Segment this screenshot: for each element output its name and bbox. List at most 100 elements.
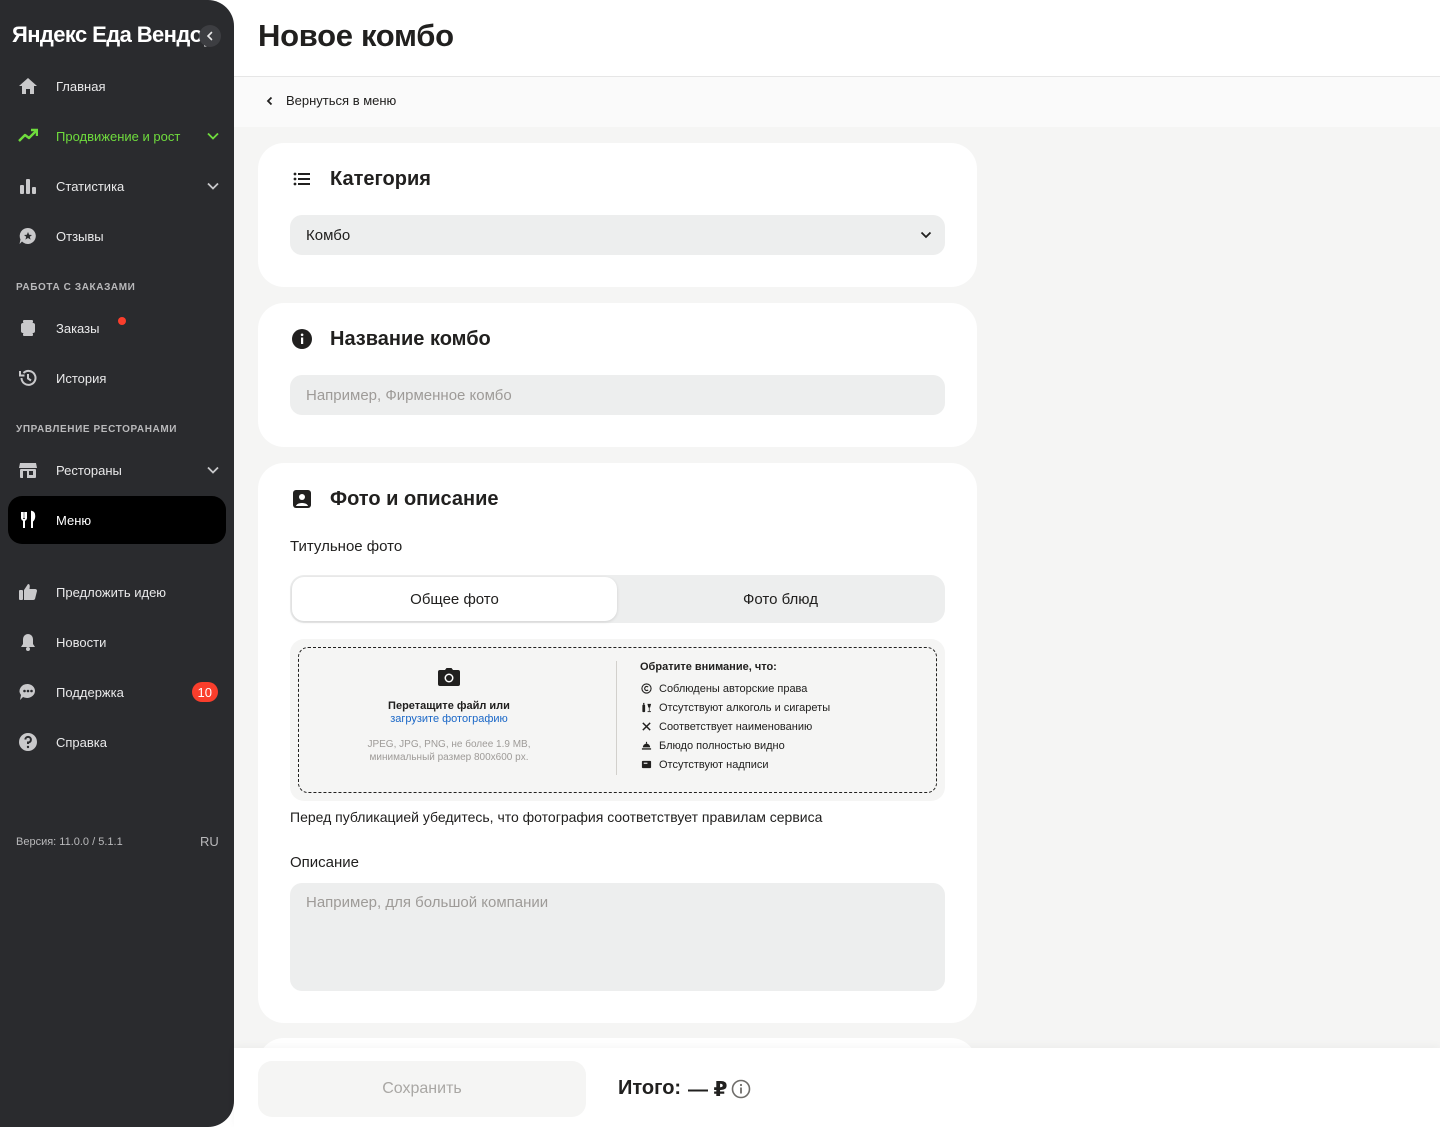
- camera-icon: [438, 668, 460, 686]
- rule-text: Отсутствуют надписи: [659, 758, 769, 771]
- rules-title: Обратите внимание, что:: [640, 661, 777, 673]
- collapse-sidebar-button[interactable]: [199, 25, 221, 47]
- sidebar-item-label: Статистика: [56, 178, 125, 194]
- description-placeholder: Например, для большой компании: [306, 894, 549, 911]
- upload-instructions: Перетащите файл или загрузите фотографию…: [290, 667, 608, 764]
- trending-up-icon: [18, 126, 38, 146]
- sidebar-item-promotion[interactable]: Продвижение и рост: [8, 112, 226, 160]
- back-bar: [234, 77, 1440, 127]
- cutlery-cross-icon: [640, 721, 652, 733]
- info-icon: [290, 327, 314, 351]
- sidebar-item-restaurants[interactable]: Рестораны: [8, 446, 226, 494]
- help-icon: [18, 732, 38, 752]
- back-to-menu-link[interactable]: Вернуться в меню: [264, 93, 396, 108]
- category-card: Категория Комбо: [258, 143, 977, 287]
- app-version: Версия: 11.0.0 / 5.1.1: [16, 836, 123, 848]
- photo-upload-zone[interactable]: Перетащите файл или загрузите фотографию…: [290, 639, 945, 801]
- sidebar-item-menu[interactable]: Меню: [8, 496, 226, 544]
- chevron-down-icon: [207, 182, 219, 190]
- rule-text: Соблюдены авторские права: [659, 682, 808, 695]
- tab-general-photo[interactable]: Общее фото: [292, 577, 617, 621]
- section-label-orders: Работа с заказами: [16, 282, 136, 293]
- notification-dot: [118, 317, 126, 325]
- back-link-label: Вернуться в меню: [286, 93, 397, 108]
- drag-file-text: Перетащите файл или: [388, 700, 510, 712]
- sidebar-item-label: Предложить идею: [56, 584, 167, 600]
- photo-description-card: Фото и описание Титульное фото Общее фот…: [258, 463, 977, 1023]
- upload-divider: [616, 661, 617, 775]
- language-switcher[interactable]: RU: [200, 834, 219, 849]
- save-button[interactable]: Сохранить: [258, 1061, 586, 1117]
- sidebar-item-label: Продвижение и рост: [56, 128, 181, 144]
- history-icon: [18, 368, 38, 388]
- footer-bar: Сохранить Итого: — ₽: [234, 1048, 1440, 1127]
- orders-icon: [18, 318, 38, 338]
- support-chat-icon: [18, 682, 38, 702]
- category-select-value: Комбо: [306, 226, 351, 244]
- sidebar-item-label: Отзывы: [56, 228, 104, 244]
- chevron-down-icon: [920, 231, 932, 239]
- sidebar-item-label: Рестораны: [56, 462, 122, 478]
- chevron-left-icon: [206, 31, 213, 41]
- home-icon: [18, 76, 38, 96]
- sidebar-item-orders[interactable]: Заказы: [8, 304, 226, 352]
- rule-item: Отсутствуют алкоголь и сигареты: [640, 698, 830, 717]
- no-alcohol-icon: [640, 702, 652, 714]
- rule-item: Соответствует наименованию: [640, 717, 830, 736]
- sidebar-item-reviews[interactable]: Отзывы: [8, 212, 226, 260]
- category-select[interactable]: Комбо: [290, 215, 945, 255]
- cover-photo-label: Титульное фото: [290, 538, 403, 555]
- store-icon: [18, 460, 38, 480]
- sidebar-item-label: Главная: [56, 78, 106, 94]
- image-icon: [290, 487, 314, 511]
- sidebar-item-support[interactable]: Поддержка 10: [8, 668, 226, 716]
- combo-name-card: Название комбо Например, Фирменное комбо: [258, 303, 977, 447]
- bell-icon: [18, 632, 38, 652]
- chevron-down-icon: [207, 132, 219, 140]
- sidebar-item-statistics[interactable]: Статистика: [8, 162, 226, 210]
- sidebar-item-label: Справка: [56, 734, 107, 750]
- sidebar-item-label: Меню: [56, 512, 92, 528]
- list-icon: [290, 167, 314, 191]
- combo-name-input[interactable]: Например, Фирменное комбо: [290, 375, 945, 415]
- min-size-text: минимальный размер 800x600 px.: [369, 752, 529, 763]
- combo-name-placeholder: Например, Фирменное комбо: [306, 386, 512, 404]
- sidebar-item-suggest-idea[interactable]: Предложить идею: [8, 568, 226, 616]
- bar-chart-icon: [18, 176, 38, 196]
- description-label: Описание: [290, 854, 360, 871]
- rule-item: Отсутствуют надписи: [640, 755, 830, 774]
- combo-name-title: Название комбо: [330, 327, 491, 350]
- sidebar-item-history[interactable]: История: [8, 354, 226, 402]
- sidebar-item-label: Поддержка: [56, 684, 124, 700]
- sidebar-item-news[interactable]: Новости: [8, 618, 226, 666]
- rule-text: Соответствует наименованию: [659, 720, 813, 733]
- sidebar-item-home[interactable]: Главная: [8, 62, 226, 110]
- rule-text: Блюдо полностью видно: [659, 739, 785, 752]
- no-text-icon: [640, 759, 652, 771]
- total-value: — ₽: [688, 1079, 728, 1101]
- unread-badge: 10: [191, 682, 218, 702]
- info-circle-icon[interactable]: [731, 1079, 751, 1099]
- chevron-down-icon: [207, 466, 219, 474]
- tab-dishes-photo[interactable]: Фото блюд: [618, 577, 943, 621]
- sidebar-item-label: Заказы: [56, 320, 100, 336]
- sidebar: Яндекс Еда Вендор Главная Продвижение и …: [0, 0, 234, 1127]
- thumbs-up-icon: [18, 582, 38, 602]
- photo-type-toggle: Общее фото Фото блюд: [290, 575, 945, 623]
- photo-rules: Обратите внимание, что: Соблюдены авторс…: [640, 661, 830, 774]
- brand-logo[interactable]: Яндекс Еда Вендор: [12, 22, 216, 48]
- fork-knife-icon: [18, 510, 38, 530]
- dish-icon: [640, 740, 652, 752]
- copyright-icon: [640, 683, 652, 695]
- category-title: Категория: [330, 167, 431, 190]
- rule-item: Соблюдены авторские права: [640, 679, 830, 698]
- total-label: Итого:: [618, 1077, 682, 1099]
- description-textarea[interactable]: Например, для большой компании: [290, 883, 945, 991]
- rule-text: Отсутствуют алкоголь и сигареты: [659, 701, 831, 714]
- chat-star-icon: [18, 226, 38, 246]
- page-title: Новое комбо: [258, 18, 454, 53]
- sidebar-item-label: Новости: [56, 634, 107, 650]
- file-formats-text: JPEG, JPG, PNG, не более 1.9 MB,: [367, 739, 531, 750]
- sidebar-item-help[interactable]: Справка: [8, 718, 226, 766]
- upload-photo-link[interactable]: загрузите фотографию: [290, 713, 608, 725]
